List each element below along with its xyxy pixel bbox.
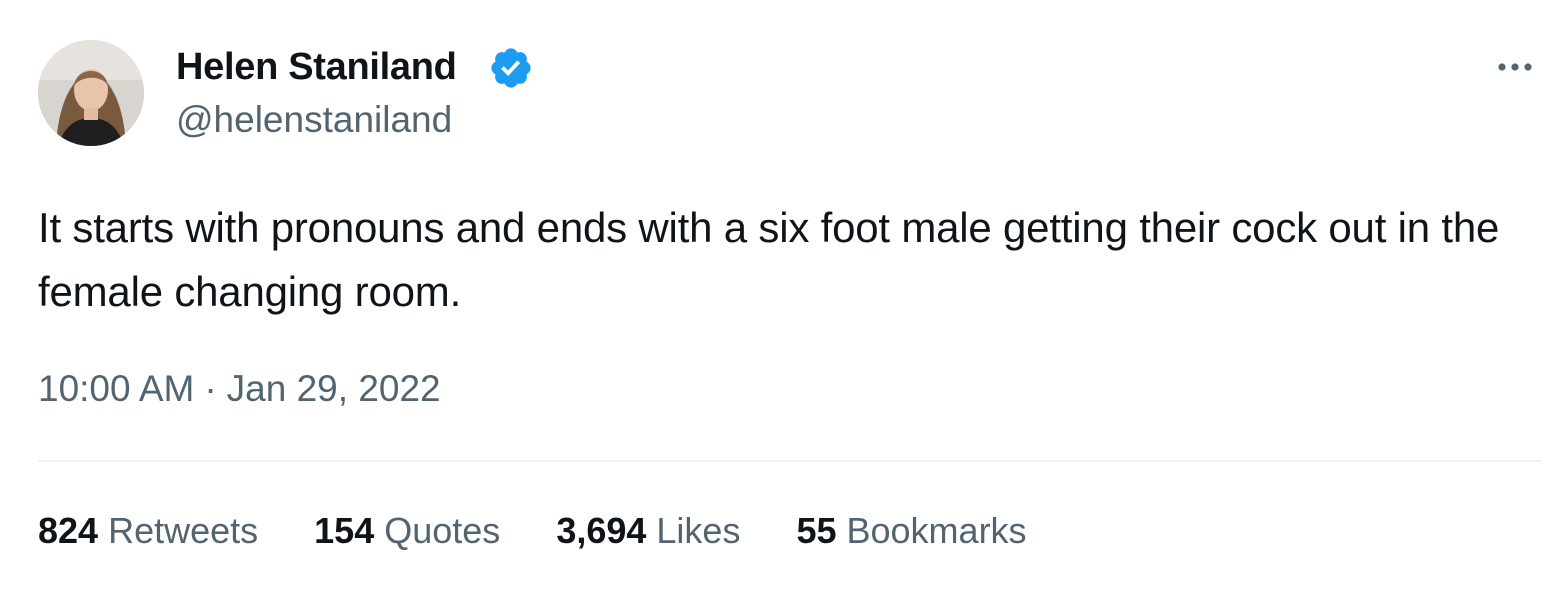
tweet-date[interactable]: Jan 29, 2022 (227, 368, 441, 409)
engagement-stats: 824 Retweets 154 Quotes 3,694 Likes 55 Bookm… (38, 508, 1027, 554)
verified-badge-icon (488, 45, 534, 91)
divider (38, 460, 1542, 462)
retweets-stat[interactable]: 824 Retweets (38, 508, 258, 554)
tweet-text: It starts with pronouns and ends with a … (38, 204, 1500, 315)
avatar-photo (38, 40, 144, 146)
bookmarks-count: 55 (796, 510, 837, 551)
retweets-count: 824 (38, 510, 99, 551)
retweets-label: Retweets (108, 510, 259, 551)
bookmarks-stat[interactable]: 55 Bookmarks (796, 508, 1026, 554)
display-name[interactable]: Helen Staniland (176, 44, 457, 90)
likes-count: 3,694 (556, 510, 647, 551)
author-handle[interactable]: @helenstaniland (176, 98, 452, 142)
quotes-stat[interactable]: 154 Quotes (314, 508, 500, 554)
tweet-timestamp[interactable]: 10:00 AM · Jan 29, 2022 (38, 366, 441, 412)
more-options-icon[interactable] (1490, 50, 1540, 84)
likes-label: Likes (656, 510, 741, 551)
likes-stat[interactable]: 3,694 Likes (556, 508, 740, 554)
bookmarks-label: Bookmarks (846, 510, 1027, 551)
avatar[interactable] (38, 40, 144, 146)
meta-separator: · (204, 368, 217, 409)
tweet-time[interactable]: 10:00 AM (38, 368, 194, 409)
quotes-label: Quotes (384, 510, 501, 551)
quotes-count: 154 (314, 510, 375, 551)
